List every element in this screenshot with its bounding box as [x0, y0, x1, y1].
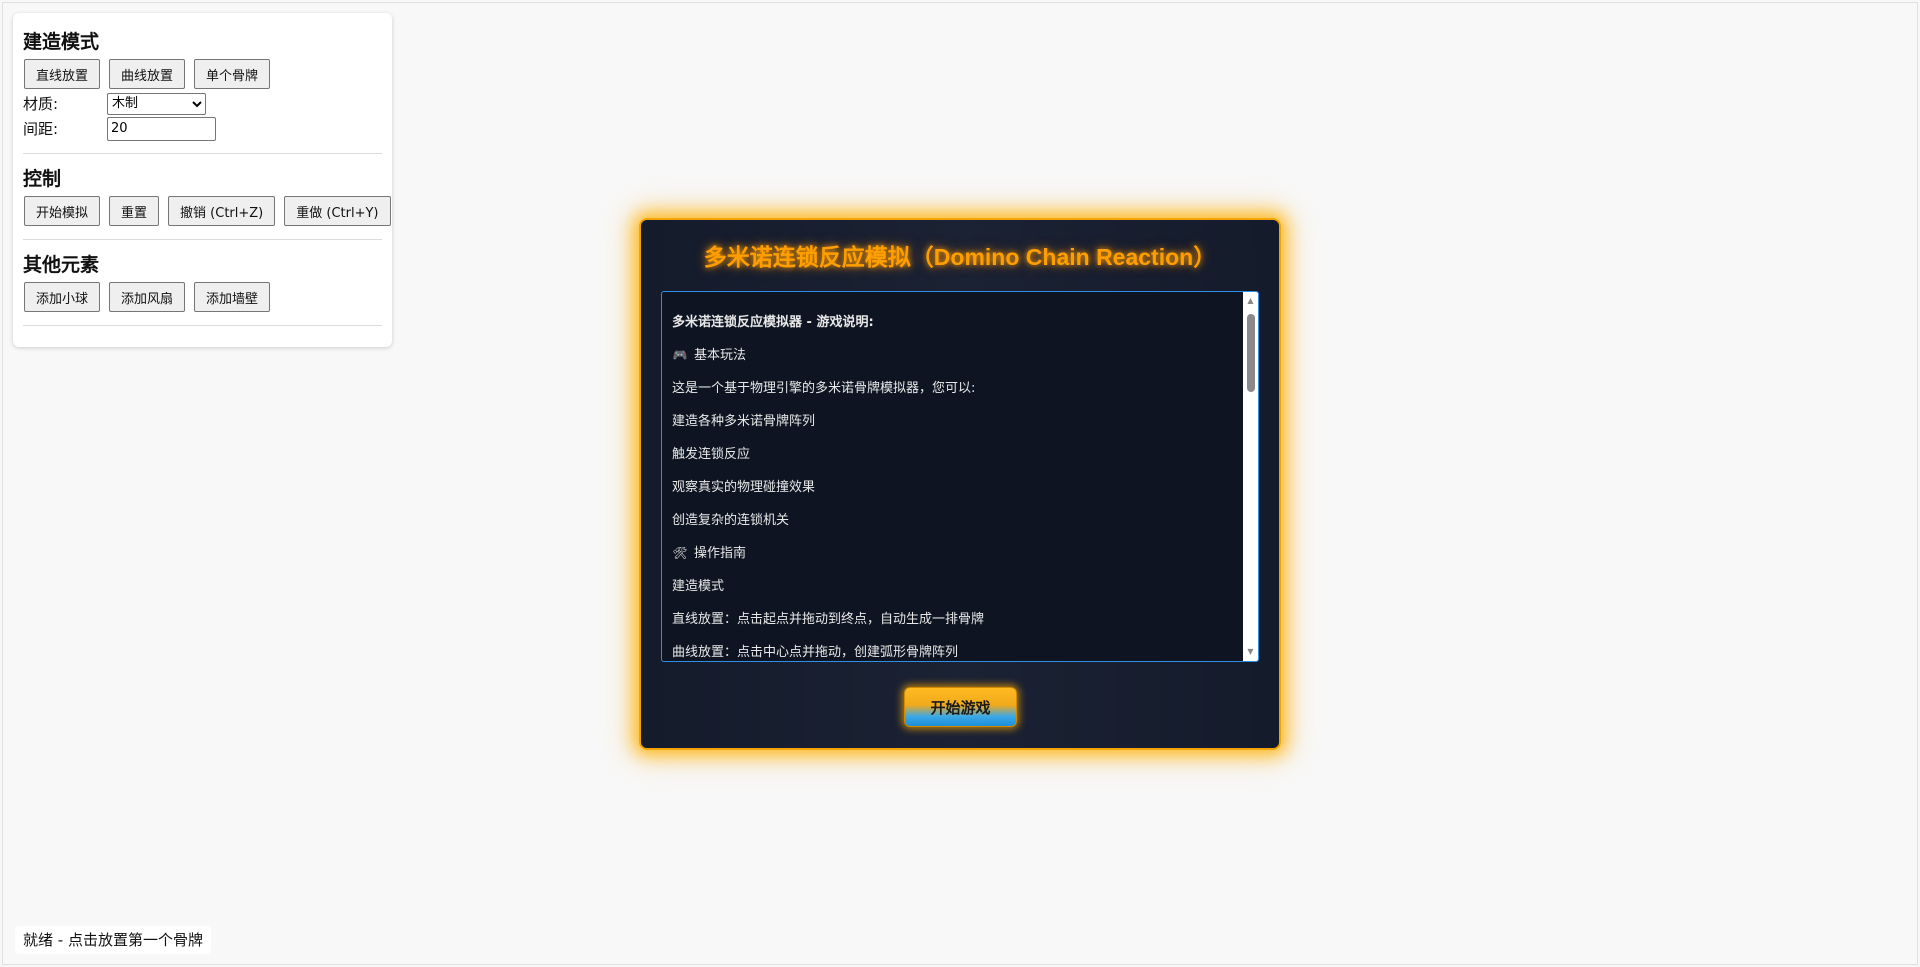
- instruction-line: 触发连锁反应: [672, 438, 1236, 471]
- scrollbar[interactable]: ▲ ▼: [1243, 292, 1258, 661]
- instruction-text: 观察真实的物理碰撞效果: [672, 480, 816, 495]
- instructions-content: 多米诺连锁反应模拟器 - 游戏说明: 🎮 基本玩法这是一个基于物理引擎的多米诺骨牌模…: [672, 306, 1236, 661]
- build-mode-section: 建造模式 直线放置 曲线放置 单个骨牌 材质: 木制 间距:: [23, 13, 382, 154]
- control-title: 控制: [23, 168, 62, 190]
- add-wall-button[interactable]: 添加墙壁: [194, 282, 271, 312]
- instruction-line: 建造各种多米诺骨牌阵列: [672, 405, 1236, 438]
- instructions-modal: 多米诺连锁反应模拟（Domino Chain Reaction） 多米诺连锁反应…: [639, 218, 1281, 750]
- modal-title: 多米诺连锁反应模拟（Domino Chain Reaction）: [703, 244, 1217, 270]
- scroll-up-arrow-icon[interactable]: ▲: [1243, 294, 1258, 308]
- instruction-text: 曲线放置：点击中心点并拖动，创建弧形骨牌阵列: [672, 645, 959, 660]
- redo-button[interactable]: 重做 (Ctrl+Y): [284, 196, 391, 226]
- undo-button[interactable]: 撤销 (Ctrl+Z): [168, 196, 276, 226]
- instruction-line: 建造模式: [672, 570, 1236, 603]
- status-text: 就绪 - 点击放置第一个骨牌: [15, 926, 211, 954]
- gamepad-icon: 🎮: [672, 348, 688, 362]
- line-place-button[interactable]: 直线放置: [24, 59, 101, 89]
- add-ball-button[interactable]: 添加小球: [24, 282, 101, 312]
- instruction-line: 观察真实的物理碰撞效果: [672, 471, 1236, 504]
- instruction-line: 创造复杂的连锁机关: [672, 504, 1236, 537]
- instruction-text: 创造复杂的连锁机关: [672, 513, 790, 528]
- instruction-text: 直线放置：点击起点并拖动到终点，自动生成一排骨牌: [672, 612, 985, 627]
- scroll-down-arrow-icon[interactable]: ▼: [1243, 645, 1258, 659]
- instruction-text: 触发连锁反应: [672, 447, 751, 462]
- instruction-line: 多米诺连锁反应模拟器 - 游戏说明:: [672, 306, 1236, 339]
- scroll-thumb[interactable]: [1247, 314, 1255, 392]
- instruction-text: 操作指南: [694, 546, 747, 561]
- instruction-line: 🛠 操作指南: [672, 537, 1236, 570]
- instruction-text: 多米诺连锁反应模拟器 - 游戏说明:: [672, 315, 874, 330]
- control-panel: 建造模式 直线放置 曲线放置 单个骨牌 材质: 木制 间距: 控制 开始模拟 重…: [13, 13, 392, 347]
- start-simulation-button[interactable]: 开始模拟: [24, 196, 101, 226]
- instruction-line: 🎮 基本玩法: [672, 339, 1236, 372]
- add-fan-button[interactable]: 添加风扇: [109, 282, 186, 312]
- instruction-text: 这是一个基于物理引擎的多米诺骨牌模拟器，您可以:: [672, 381, 976, 396]
- reset-button[interactable]: 重置: [109, 196, 160, 226]
- other-elements-title: 其他元素: [23, 254, 100, 276]
- spacing-input[interactable]: [107, 116, 216, 141]
- instruction-text: 基本玩法: [694, 348, 747, 363]
- other-elements-section: 其他元素 添加小球 添加风扇 添加墙壁: [23, 240, 382, 326]
- instructions-scroll-box[interactable]: 多米诺连锁反应模拟器 - 游戏说明: 🎮 基本玩法这是一个基于物理引擎的多米诺骨牌模…: [661, 291, 1259, 662]
- curve-place-button[interactable]: 曲线放置: [109, 59, 186, 89]
- tools-icon: 🛠: [672, 546, 688, 560]
- start-game-button[interactable]: 开始游戏: [904, 687, 1017, 727]
- instruction-line: 这是一个基于物理引擎的多米诺骨牌模拟器，您可以:: [672, 372, 1236, 405]
- build-mode-title: 建造模式: [23, 31, 100, 53]
- single-domino-button[interactable]: 单个骨牌: [194, 59, 271, 89]
- material-select[interactable]: 木制: [107, 92, 206, 115]
- instruction-line: 直线放置：点击起点并拖动到终点，自动生成一排骨牌: [672, 603, 1236, 636]
- control-section: 控制 开始模拟 重置 撤销 (Ctrl+Z) 重做 (Ctrl+Y): [23, 154, 391, 240]
- spacing-label: 间距:: [23, 120, 59, 138]
- material-label: 材质:: [23, 95, 59, 113]
- instruction-line: 曲线放置：点击中心点并拖动，创建弧形骨牌阵列: [672, 636, 1236, 661]
- instruction-text: 建造模式: [672, 579, 725, 594]
- instruction-text: 建造各种多米诺骨牌阵列: [672, 414, 816, 429]
